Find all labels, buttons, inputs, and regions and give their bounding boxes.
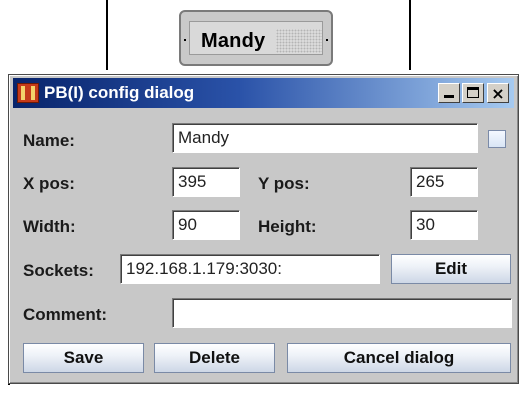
connector-line [409,0,411,70]
node-label: Mandy [201,30,266,52]
width-label: Width: [23,217,76,236]
xpos-field[interactable] [172,167,240,197]
edit-sockets-button[interactable]: Edit [391,254,511,284]
delete-button[interactable]: Delete [154,343,275,373]
save-button[interactable]: Save [23,343,144,373]
comment-field[interactable] [172,298,512,328]
name-field[interactable] [172,123,478,153]
node-body: Mandy [189,21,323,55]
node-pattern [276,29,322,53]
maximize-icon [467,87,479,98]
connector-line [106,0,108,70]
height-field[interactable] [410,210,478,240]
xpos-label: X pos: [23,174,75,193]
cancel-dialog-button[interactable]: Cancel dialog [287,343,511,373]
maximize-button[interactable] [462,83,484,103]
config-dialog: PB(I) config dialog × Name: X pos: Y pos… [8,74,519,384]
minimize-button[interactable] [438,83,460,103]
name-label: Name: [23,131,75,150]
ypos-label: Y pos: [258,174,310,193]
workspace-canvas: Mandy PB(I) config dialog × Name: X pos:… [0,0,523,403]
name-checkbox[interactable] [488,130,506,148]
dialog-title: PB(I) config dialog [44,83,195,102]
app-icon [17,83,39,103]
close-icon: × [491,83,505,103]
dialog-titlebar[interactable]: PB(I) config dialog × [13,78,514,108]
node-socket-dot [184,39,186,41]
sockets-field[interactable] [120,254,380,284]
width-field[interactable] [172,210,240,240]
height-label: Height: [258,217,317,236]
sockets-label: Sockets: [23,261,94,280]
node-socket-dot [326,39,328,41]
pb-node[interactable]: Mandy [179,10,333,66]
minimize-icon [444,95,454,98]
comment-label: Comment: [23,305,108,324]
close-button[interactable]: × [487,83,509,103]
ypos-field[interactable] [410,167,478,197]
